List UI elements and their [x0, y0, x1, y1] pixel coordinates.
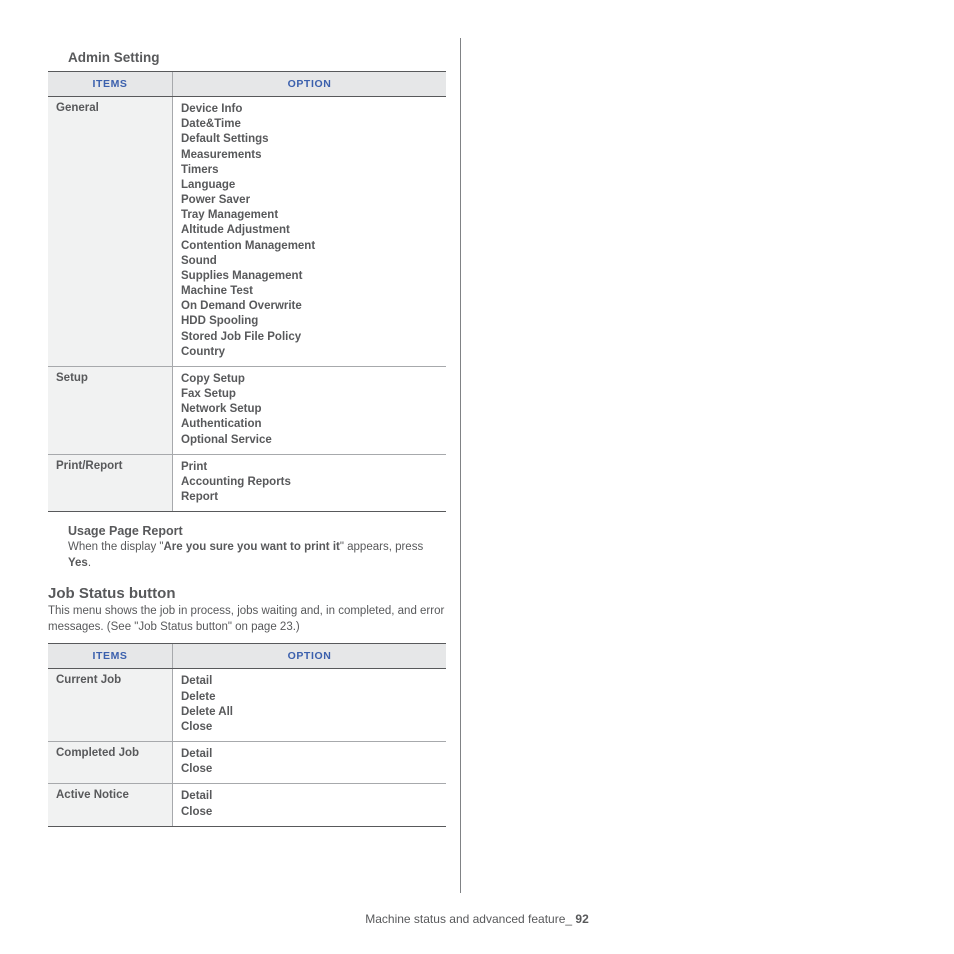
option-item: Detail: [181, 747, 438, 762]
admin-table: Items Option GeneralDevice InfoDate&Time…: [48, 71, 446, 512]
jobstatus-heading: Job Status button: [48, 585, 446, 602]
jobstatus-table: Items Option Current JobDetailDeleteDele…: [48, 643, 446, 826]
option-item: Timers: [181, 163, 438, 178]
item-cell: Active Notice: [48, 784, 173, 826]
table-row: Current JobDetailDeleteDelete AllClose: [48, 669, 446, 742]
item-cell: Completed Job: [48, 742, 173, 784]
item-cell: Setup: [48, 366, 173, 454]
table-row: GeneralDevice InfoDate&TimeDefault Setti…: [48, 97, 446, 367]
option-cell: DetailClose: [173, 784, 447, 826]
option-item: Stored Job File Policy: [181, 330, 438, 345]
left-column: Admin Setting Items Option GeneralDevice…: [48, 50, 446, 893]
option-item: Close: [181, 720, 438, 735]
table-row: Active NoticeDetailClose: [48, 784, 446, 826]
table-row: Completed JobDetailClose: [48, 742, 446, 784]
option-item: Delete: [181, 690, 438, 705]
item-cell: Print/Report: [48, 454, 173, 512]
item-cell: General: [48, 97, 173, 367]
th-option: Option: [173, 72, 447, 97]
table-row: SetupCopy SetupFax SetupNetwork SetupAut…: [48, 366, 446, 454]
option-item: Report: [181, 490, 438, 505]
item-cell: Current Job: [48, 669, 173, 742]
column-divider: [460, 38, 461, 893]
option-item: Country: [181, 345, 438, 360]
th-items: Items: [48, 72, 173, 97]
option-item: Device Info: [181, 102, 438, 117]
option-cell: DetailDeleteDelete AllClose: [173, 669, 447, 742]
option-item: Authentication: [181, 417, 438, 432]
option-item: Copy Setup: [181, 372, 438, 387]
option-item: On Demand Overwrite: [181, 299, 438, 314]
th-items: Items: [48, 644, 173, 669]
th-option: Option: [173, 644, 447, 669]
option-item: Close: [181, 762, 438, 777]
option-item: Contention Management: [181, 239, 438, 254]
jobstatus-desc: This menu shows the job in process, jobs…: [48, 604, 446, 635]
option-item: Network Setup: [181, 402, 438, 417]
option-item: Sound: [181, 254, 438, 269]
option-item: Fax Setup: [181, 387, 438, 402]
option-item: Measurements: [181, 148, 438, 163]
option-item: Power Saver: [181, 193, 438, 208]
usage-text: When the display "Are you sure you want …: [68, 540, 446, 571]
option-item: Date&Time: [181, 117, 438, 132]
option-item: Detail: [181, 674, 438, 689]
option-item: Language: [181, 178, 438, 193]
option-cell: Copy SetupFax SetupNetwork SetupAuthenti…: [173, 366, 447, 454]
option-item: Optional Service: [181, 433, 438, 448]
right-column: [475, 50, 873, 893]
option-cell: DetailClose: [173, 742, 447, 784]
option-cell: PrintAccounting ReportsReport: [173, 454, 447, 512]
option-item: Close: [181, 805, 438, 820]
option-item: Machine Test: [181, 284, 438, 299]
option-cell: Device InfoDate&TimeDefault SettingsMeas…: [173, 97, 447, 367]
option-item: Altitude Adjustment: [181, 223, 438, 238]
option-item: Detail: [181, 789, 438, 804]
option-item: Tray Management: [181, 208, 438, 223]
option-item: Print: [181, 460, 438, 475]
option-item: Default Settings: [181, 132, 438, 147]
option-item: Supplies Management: [181, 269, 438, 284]
option-item: Delete All: [181, 705, 438, 720]
table-row: Print/ReportPrintAccounting ReportsRepor…: [48, 454, 446, 512]
option-item: Accounting Reports: [181, 475, 438, 490]
usage-heading: Usage Page Report: [68, 524, 446, 538]
admin-setting-heading: Admin Setting: [68, 50, 446, 65]
page-footer: Machine status and advanced feature_ 92: [0, 912, 954, 926]
option-item: HDD Spooling: [181, 314, 438, 329]
